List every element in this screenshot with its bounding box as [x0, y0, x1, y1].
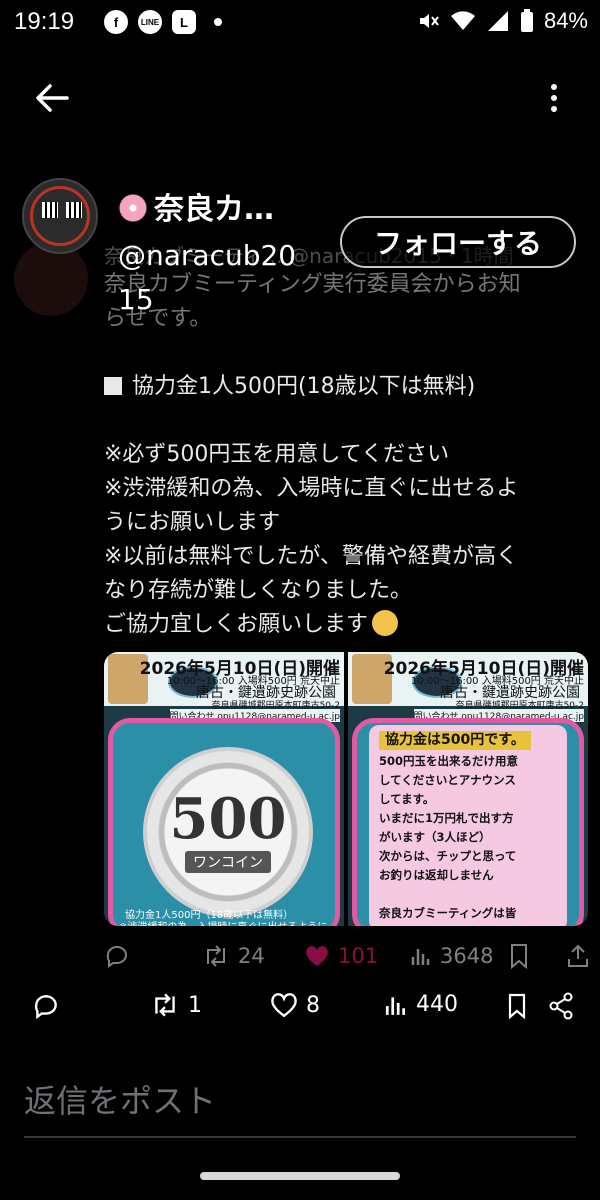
heart-filled-icon	[306, 946, 328, 966]
closing-text: ご協力宜しくお願いします	[104, 612, 369, 637]
bookmark-button[interactable]	[506, 992, 528, 1020]
more-dot	[551, 95, 557, 101]
post-images: 2026年5月10日(日)開催 10:00〜16:00 入場料500円 荒天中止…	[104, 652, 588, 926]
notice-panel: 協力金は500円です。 500円玉を出来るだけ用意 してくださいとアナウンス し…	[369, 725, 567, 926]
note-3b: なり存続が難しくなりました。	[104, 578, 413, 603]
status-bar: 19:19 f LINE L 84%	[0, 0, 600, 48]
views-icon	[411, 949, 430, 965]
wifi-icon	[450, 11, 475, 30]
retweet-icon	[207, 945, 225, 967]
square-icon	[104, 377, 122, 395]
pink-frame: 協力金は500円です。 500円玉を出来るだけ用意 してくださいとアナウンス し…	[352, 718, 584, 926]
note-2a: ※渋滞緩和の為、入場時に直ぐに出せるよ	[104, 476, 519, 501]
avatar-qr-right	[66, 202, 82, 218]
quoted-views[interactable]: 3648	[410, 944, 493, 968]
system-icons: 84%	[416, 8, 588, 34]
reply-icon	[106, 946, 127, 968]
mute-icon	[419, 14, 439, 28]
arrow-left-icon	[36, 84, 69, 112]
status-time: 19:19	[14, 8, 75, 35]
image-notice[interactable]: 2026年5月10日(日)開催 10:00〜16:00 入場料500円 荒天中止…	[348, 652, 588, 926]
gesture-bar[interactable]	[200, 1172, 400, 1180]
quoted-like-button[interactable]: 101	[304, 944, 378, 968]
more-vertical-icon	[551, 84, 557, 90]
facebook-icon: f	[104, 10, 128, 34]
quoted-retweet-count: 24	[238, 944, 265, 968]
display-name[interactable]: 奈良カ…	[118, 184, 274, 228]
profile-header: 奈良カ… @naracub2015 フォローする	[0, 178, 600, 318]
more-dot	[551, 106, 557, 112]
retweet-count: 1	[188, 992, 202, 1018]
avatar[interactable]	[22, 178, 98, 254]
quoted-bookmark-button[interactable]	[508, 943, 530, 969]
share-icon	[568, 944, 588, 967]
bowing-emoji-icon	[372, 610, 399, 636]
note-2b: うにお願いします	[104, 510, 281, 535]
reply-icon	[34, 995, 57, 1020]
quoted-reply-button[interactable]	[104, 943, 130, 969]
quoted-like-count: 101	[338, 944, 379, 968]
bookmark-icon	[508, 993, 526, 1020]
coin-graphic: 500 ワンコイン	[143, 747, 313, 917]
bookmark-icon	[511, 944, 527, 969]
image-caption-2: ※渋滞緩和の為、入場時に直ぐに出せるように	[119, 918, 327, 926]
views[interactable]: 440	[384, 992, 458, 1017]
avatar-qr-left	[42, 202, 58, 218]
user-handle[interactable]: @naracub2015	[118, 234, 308, 322]
quoted-action-row: 24 101 3648	[104, 938, 588, 974]
cherry-blossom-icon	[118, 193, 148, 223]
coin-label: ワンコイン	[185, 851, 271, 873]
fee-line: 協力金1人500円(18歳以下は無料)	[104, 370, 588, 404]
reply-input[interactable]	[24, 1074, 576, 1138]
post-body: 奈良カブミーティング実行委員会からお知 らせです。 協力金1人500円(18歳以…	[104, 268, 588, 642]
reply-button[interactable]	[32, 992, 60, 1020]
notification-dot	[214, 18, 222, 26]
like-button[interactable]: 8	[270, 992, 320, 1018]
share-button[interactable]	[548, 992, 574, 1020]
display-name-text: 奈良カ…	[154, 192, 274, 227]
heart-icon	[271, 993, 297, 1018]
action-row: 1 8 440	[0, 992, 600, 1032]
share-nodes-icon	[549, 992, 573, 1020]
note-3a: ※以前は無料でしたが、警備や経費が高く	[104, 544, 518, 569]
app-bar	[0, 70, 600, 126]
views-icon	[385, 996, 405, 1015]
battery-percent: 84%	[543, 8, 588, 33]
fee-text: 協力金1人500円(18歳以下は無料)	[132, 374, 476, 399]
closing-line: ご協力宜しくお願いします	[104, 608, 588, 642]
image-coin[interactable]: 2026年5月10日(日)開催 10:00〜16:00 入場料500円 荒天中止…	[104, 652, 344, 926]
notice-body: 500円玉を出来るだけ用意 してくださいとアナウンス してます。 いまだに1万円…	[379, 754, 519, 926]
notification-icons: f LINE L	[104, 10, 222, 34]
pink-frame: 500 ワンコイン 協力金1人500円（18歳以下は無料） ※渋滞緩和の為、入場…	[108, 718, 340, 926]
battery-icon	[520, 9, 533, 32]
retweet-button[interactable]: 1	[150, 992, 202, 1018]
notice-heading: 協力金は500円です。	[379, 731, 531, 750]
back-button[interactable]	[30, 78, 74, 118]
coin-value: 500	[169, 786, 287, 852]
view-count: 440	[416, 992, 458, 1017]
l-app-icon: L	[172, 10, 196, 34]
signal-icon	[487, 11, 508, 31]
note-1: ※必ず500円玉を用意してください	[104, 442, 450, 467]
like-count: 8	[306, 992, 320, 1018]
follow-button[interactable]: フォローする	[340, 216, 576, 268]
more-options-button[interactable]	[546, 78, 562, 118]
line-icon: LINE	[138, 10, 162, 34]
quoted-retweet-button[interactable]: 24	[202, 944, 265, 968]
retweet-icon	[155, 993, 175, 1017]
quoted-view-count: 3648	[440, 944, 494, 968]
quoted-share-button[interactable]	[566, 943, 590, 969]
